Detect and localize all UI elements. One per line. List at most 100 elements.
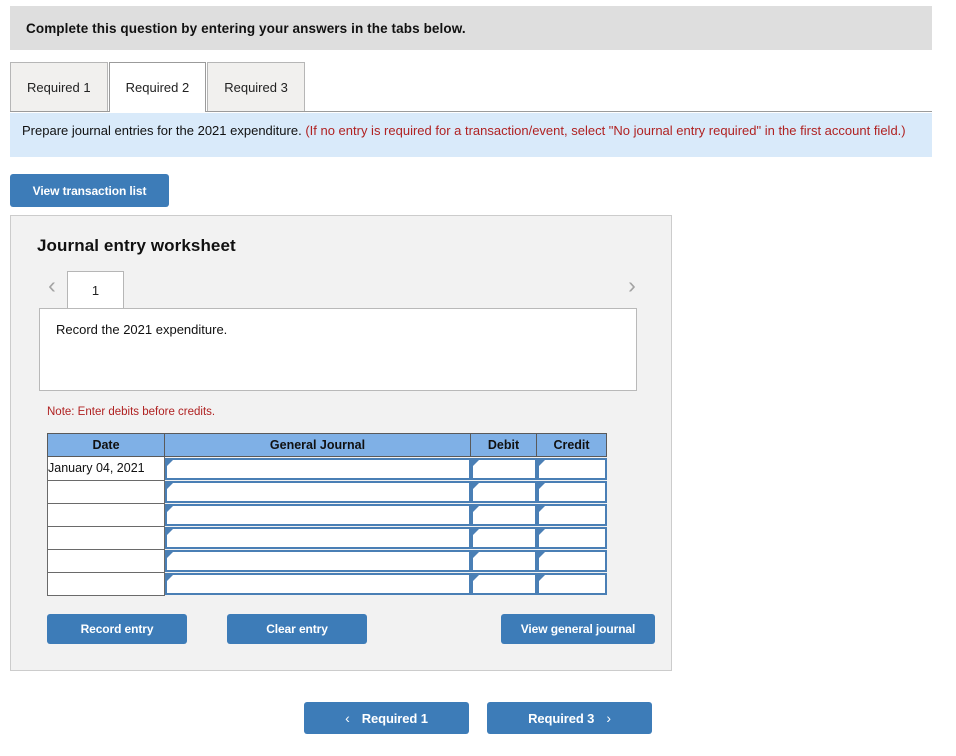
general-journal-input-4[interactable] bbox=[165, 527, 471, 549]
requirement-instruction-hint: (If no entry is required for a transacti… bbox=[305, 123, 906, 138]
table-row bbox=[47, 571, 607, 596]
general-journal-input-2[interactable] bbox=[165, 481, 471, 503]
debit-input-3[interactable] bbox=[470, 504, 537, 526]
cell-date-4[interactable] bbox=[47, 525, 165, 550]
column-header-date: Date bbox=[47, 433, 165, 457]
cell-date-1[interactable]: January 04, 2021 bbox=[47, 456, 165, 481]
journal-entry-table: Date General Journal Debit Credit Januar… bbox=[47, 433, 607, 596]
table-header-row: Date General Journal Debit Credit bbox=[47, 433, 607, 457]
cell-debit-3[interactable] bbox=[470, 503, 537, 526]
chevron-right-icon: › bbox=[606, 710, 611, 726]
cell-credit-2[interactable] bbox=[536, 480, 607, 503]
credit-input-4[interactable] bbox=[536, 527, 607, 549]
cell-general-journal-4[interactable] bbox=[165, 526, 471, 549]
pager-next-icon[interactable]: › bbox=[617, 270, 647, 309]
question-banner: Complete this question by entering your … bbox=[10, 6, 932, 50]
cell-general-journal-5[interactable] bbox=[165, 549, 471, 572]
tab-required-2[interactable]: Required 2 bbox=[108, 62, 207, 112]
credit-input-5[interactable] bbox=[536, 550, 607, 572]
cell-credit-4[interactable] bbox=[536, 526, 607, 549]
tab-required-1[interactable]: Required 1 bbox=[10, 62, 108, 111]
debits-before-credits-note: Note: Enter debits before credits. bbox=[47, 406, 216, 418]
requirement-instruction-main: Prepare journal entries for the 2021 exp… bbox=[22, 123, 302, 138]
cell-date-5[interactable] bbox=[47, 548, 165, 573]
credit-input-2[interactable] bbox=[536, 481, 607, 503]
cell-credit-6[interactable] bbox=[536, 572, 607, 595]
table-row: January 04, 2021 bbox=[47, 456, 607, 481]
dropdown-marker-icon bbox=[167, 529, 173, 535]
cell-credit-3[interactable] bbox=[536, 503, 607, 526]
table-row bbox=[47, 525, 607, 550]
cell-debit-5[interactable] bbox=[470, 549, 537, 572]
dropdown-marker-icon bbox=[472, 552, 479, 558]
dropdown-marker-icon bbox=[472, 483, 479, 489]
general-journal-input-6[interactable] bbox=[165, 573, 471, 595]
dropdown-marker-icon bbox=[167, 575, 173, 581]
nav-next-label: Required 3 bbox=[528, 710, 595, 726]
debit-input-1[interactable] bbox=[470, 458, 537, 480]
nav-next-required-3-button[interactable]: Required 3 › bbox=[487, 702, 652, 734]
debit-input-6[interactable] bbox=[470, 573, 537, 595]
dropdown-marker-icon bbox=[538, 460, 545, 466]
dropdown-marker-icon bbox=[472, 529, 479, 535]
worksheet-prompt-text: Record the 2021 expenditure. bbox=[56, 322, 228, 337]
cell-general-journal-2[interactable] bbox=[165, 480, 471, 503]
credit-input-1[interactable] bbox=[536, 458, 607, 480]
dropdown-marker-icon bbox=[538, 529, 545, 535]
nav-prev-label: Required 1 bbox=[361, 710, 428, 726]
table-row bbox=[47, 479, 607, 504]
dropdown-marker-icon bbox=[538, 575, 545, 581]
worksheet-pager: ‹ 1 › bbox=[37, 270, 647, 309]
view-transaction-list-button[interactable]: View transaction list bbox=[10, 174, 169, 207]
dropdown-marker-icon bbox=[472, 575, 479, 581]
tab-required-1-label: Required 1 bbox=[27, 79, 91, 95]
credit-input-6[interactable] bbox=[536, 573, 607, 595]
cell-debit-1[interactable] bbox=[470, 457, 537, 480]
cell-credit-1[interactable] bbox=[536, 457, 607, 480]
worksheet-title: Journal entry worksheet bbox=[37, 236, 236, 255]
cell-general-journal-6[interactable] bbox=[165, 572, 471, 595]
column-header-credit: Credit bbox=[536, 433, 607, 457]
debit-input-5[interactable] bbox=[470, 550, 537, 572]
tab-required-3[interactable]: Required 3 bbox=[207, 62, 305, 111]
dropdown-marker-icon bbox=[472, 460, 479, 466]
record-entry-button[interactable]: Record entry bbox=[47, 614, 187, 644]
cell-debit-4[interactable] bbox=[470, 526, 537, 549]
general-journal-input-5[interactable] bbox=[165, 550, 471, 572]
view-general-journal-button[interactable]: View general journal bbox=[501, 614, 655, 644]
general-journal-input-1[interactable] bbox=[165, 458, 471, 480]
dropdown-marker-icon bbox=[538, 552, 545, 558]
credit-input-3[interactable] bbox=[536, 504, 607, 526]
dropdown-marker-icon bbox=[167, 552, 173, 558]
nav-prev-required-1-button[interactable]: ‹ Required 1 bbox=[304, 702, 469, 734]
question-banner-text: Complete this question by entering your … bbox=[26, 20, 466, 36]
debit-input-2[interactable] bbox=[470, 481, 537, 503]
pager-prev-icon[interactable]: ‹ bbox=[37, 270, 67, 309]
cell-credit-5[interactable] bbox=[536, 549, 607, 572]
column-header-debit: Debit bbox=[470, 433, 537, 457]
pager-entry-tab-1[interactable]: 1 bbox=[67, 271, 124, 309]
general-journal-input-3[interactable] bbox=[165, 504, 471, 526]
bottom-navigation: ‹ Required 1 Required 3 › bbox=[0, 702, 956, 734]
column-header-general-journal: General Journal bbox=[164, 433, 471, 457]
dropdown-marker-icon bbox=[538, 506, 545, 512]
cell-general-journal-1[interactable] bbox=[165, 457, 471, 480]
journal-entry-worksheet-panel: Journal entry worksheet ‹ 1 › Record the… bbox=[10, 215, 672, 671]
cell-date-2[interactable] bbox=[47, 479, 165, 504]
tab-required-3-label: Required 3 bbox=[224, 79, 288, 95]
table-row bbox=[47, 548, 607, 573]
debit-input-4[interactable] bbox=[470, 527, 537, 549]
dropdown-marker-icon bbox=[167, 460, 173, 466]
table-row bbox=[47, 502, 607, 527]
cell-date-6[interactable] bbox=[47, 571, 165, 596]
cell-debit-2[interactable] bbox=[470, 480, 537, 503]
dropdown-marker-icon bbox=[472, 506, 479, 512]
worksheet-prompt-box: Record the 2021 expenditure. bbox=[39, 308, 637, 391]
requirement-tabs: Required 1 Required 2 Required 3 bbox=[10, 61, 932, 112]
clear-entry-button[interactable]: Clear entry bbox=[227, 614, 367, 644]
cell-debit-6[interactable] bbox=[470, 572, 537, 595]
cell-general-journal-3[interactable] bbox=[165, 503, 471, 526]
dropdown-marker-icon bbox=[538, 483, 545, 489]
cell-date-3[interactable] bbox=[47, 502, 165, 527]
chevron-left-icon: ‹ bbox=[345, 710, 350, 726]
